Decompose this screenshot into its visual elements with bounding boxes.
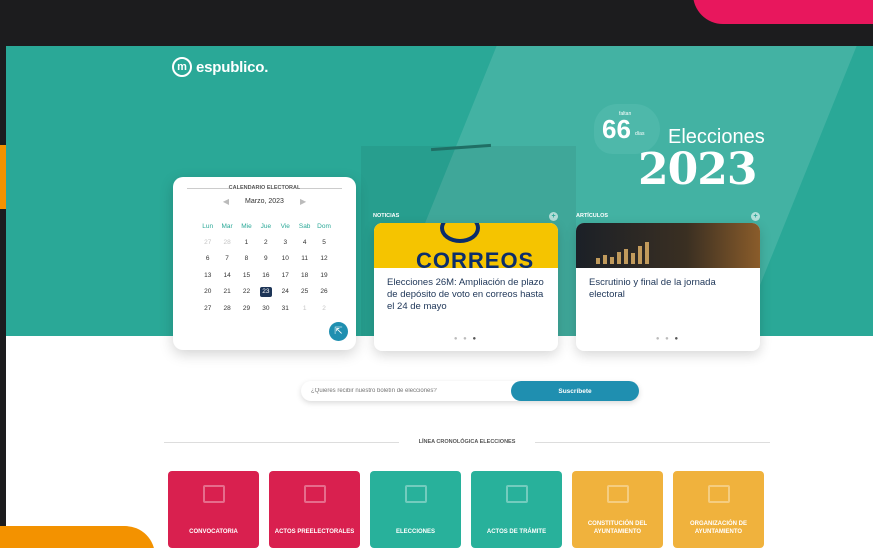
calendar-day[interactable]: 6 — [198, 251, 217, 267]
organization-icon — [708, 485, 730, 503]
weekday-header: Jue — [260, 222, 272, 230]
countdown-suffix: días — [635, 131, 645, 137]
calendar-day[interactable]: 29 — [237, 300, 256, 316]
timeline-tile[interactable]: ORGANIZACIÓN DE AYUNTAMIENTO — [673, 471, 764, 548]
news-more-icon[interactable]: + — [549, 212, 558, 221]
calendar-day[interactable]: 27 — [198, 300, 217, 316]
timeline-tile[interactable]: CONSTITUCIÓN DEL AYUNTAMIENTO — [572, 471, 663, 548]
logo-icon: m — [172, 57, 192, 77]
hero-year: 2023 — [638, 144, 757, 195]
timeline-tile-label: CONVOCATORIA — [189, 529, 238, 535]
selected-day-label: 23 — [259, 286, 272, 297]
calendar-day[interactable]: 24 — [276, 284, 295, 300]
calendar-day[interactable]: 28 — [217, 300, 236, 316]
electoral-calendar: CALENDARIO ELECTORAL ◀ Marzo, 2023 ▶ Lun… — [173, 177, 356, 350]
next-month-icon[interactable]: ▶ — [300, 197, 306, 206]
calendar-grid: Lun Mar Mie Jue Vie Sab Dom 27 28 1 2 3 4 5 6 7 8 9 10 11 12… — [198, 218, 334, 316]
ballot-box-icon — [405, 485, 427, 503]
calendar-day[interactable]: 8 — [237, 251, 256, 267]
weekday-header: Sab — [298, 222, 311, 230]
weekday-header: Vie — [280, 222, 290, 230]
calendar-day[interactable]: 3 — [276, 234, 295, 250]
articles-more-icon[interactable]: + — [751, 212, 760, 221]
timeline-tile-label: CONSTITUCIÓN DEL AYUNTAMIENTO — [587, 521, 648, 535]
newsletter-email-input[interactable] — [311, 385, 501, 397]
calendar-day[interactable]: 5 — [314, 234, 333, 250]
open-external-icon[interactable]: ⇱ — [329, 322, 348, 341]
article-card-headline[interactable]: Escrutinio y final de la jornada elector… — [589, 277, 749, 301]
calendar-day[interactable]: 14 — [217, 267, 236, 283]
timeline-tile-label: ACTOS PREELECTORALES — [274, 529, 355, 535]
calendar-day[interactable]: 31 — [276, 300, 295, 316]
weekday-header: Mie — [241, 222, 252, 230]
calendar-day[interactable]: 2 — [314, 300, 333, 316]
calendar-day[interactable]: 20 — [198, 284, 217, 300]
calendar-day[interactable]: 4 — [295, 234, 314, 250]
news-card-headline[interactable]: Elecciones 26M: Ampliación de plazo de d… — [387, 277, 547, 313]
calendar-day[interactable]: 28 — [217, 234, 236, 250]
calendar-day[interactable]: 22 — [237, 284, 256, 300]
calendar-day[interactable]: 9 — [256, 251, 275, 267]
calendar-day[interactable]: 11 — [295, 251, 314, 267]
calendar-day[interactable]: 27 — [198, 234, 217, 250]
megaphone-icon — [304, 485, 326, 503]
building-icon — [203, 485, 225, 503]
calendar-title: CALENDARIO ELECTORAL — [173, 185, 356, 191]
news-carousel-dots[interactable]: ● ● ● — [374, 336, 558, 342]
website-screen: m espublico. faltan 66 días Elecciones 2… — [6, 46, 873, 548]
town-hall-icon — [607, 485, 629, 503]
articles-section-label: ARTÍCULOS — [576, 213, 609, 219]
calendar-day[interactable]: 10 — [276, 251, 295, 267]
news-section-label: NOTICIAS — [373, 213, 400, 219]
calendar-day[interactable]: 21 — [217, 284, 236, 300]
chart-bars-graphic — [596, 242, 649, 264]
calendar-day[interactable]: 16 — [256, 267, 275, 283]
article-card[interactable]: Escrutinio y final de la jornada elector… — [576, 223, 760, 351]
calendar-day[interactable]: 17 — [276, 267, 295, 283]
timeline-tile[interactable]: CONVOCATORIA — [168, 471, 259, 548]
article-card-image — [576, 223, 760, 268]
timeline-tiles: CONVOCATORIA ACTOS PREELECTORALES ELECCION… — [168, 471, 764, 548]
calendar-day[interactable]: 13 — [198, 267, 217, 283]
timeline-tile[interactable]: ELECCIONES — [370, 471, 461, 548]
countdown-number: 66 — [602, 114, 631, 144]
timeline-tile-label: ACTOS DE TRÁMITE — [486, 529, 547, 535]
calendar-month-nav: ◀ Marzo, 2023 ▶ — [173, 197, 356, 206]
calendar-day[interactable]: 26 — [314, 284, 333, 300]
calendar-day[interactable]: 18 — [295, 267, 314, 283]
news-card[interactable]: CORREOS Elecciones 26M: Ampliación de pl… — [374, 223, 558, 351]
document-icon — [506, 485, 528, 503]
news-card-image-text: CORREOS — [416, 248, 535, 273]
presentation-frame: m espublico. faltan 66 días Elecciones 2… — [0, 0, 873, 548]
timeline-tile[interactable]: ACTOS PREELECTORALES — [269, 471, 360, 548]
decorative-orange-shape-bottom — [0, 526, 155, 548]
calendar-month: Marzo, 2023 — [245, 198, 284, 205]
calendar-day[interactable]: 1 — [237, 234, 256, 250]
timeline-title: LÍNEA CRONOLÓGICA ELECCIONES — [164, 439, 770, 445]
calendar-day[interactable]: 15 — [237, 267, 256, 283]
timeline-tile-label: ORGANIZACIÓN DE AYUNTAMIENTO — [690, 521, 747, 535]
calendar-day[interactable]: 19 — [314, 267, 333, 283]
logo-text: espublico. — [196, 58, 269, 76]
timeline-tile-label: ELECCIONES — [395, 529, 435, 535]
correos-logo-icon — [440, 223, 480, 243]
espublico-logo[interactable]: m espublico. — [172, 57, 268, 77]
subscribe-button[interactable]: Suscríbete — [511, 381, 639, 401]
calendar-day[interactable]: 30 — [256, 300, 275, 316]
article-carousel-dots[interactable]: ● ● ● — [576, 336, 760, 342]
calendar-day[interactable]: 2 — [256, 234, 275, 250]
calendar-day[interactable]: 1 — [295, 300, 314, 316]
newsletter-form: Suscríbete — [301, 381, 639, 401]
weekday-header: Lun — [202, 222, 214, 230]
prev-month-icon[interactable]: ◀ — [223, 197, 229, 206]
timeline-tile[interactable]: ACTOS DE TRÁMITE — [471, 471, 562, 548]
calendar-day-selected[interactable]: 23 — [256, 284, 275, 300]
weekday-header: Mar — [221, 222, 233, 230]
weekday-header: Dom — [317, 222, 331, 230]
calendar-day[interactable]: 12 — [314, 251, 333, 267]
news-card-image: CORREOS — [374, 223, 558, 273]
calendar-day[interactable]: 25 — [295, 284, 314, 300]
calendar-day[interactable]: 7 — [217, 251, 236, 267]
decorative-pink-shape — [693, 0, 873, 24]
